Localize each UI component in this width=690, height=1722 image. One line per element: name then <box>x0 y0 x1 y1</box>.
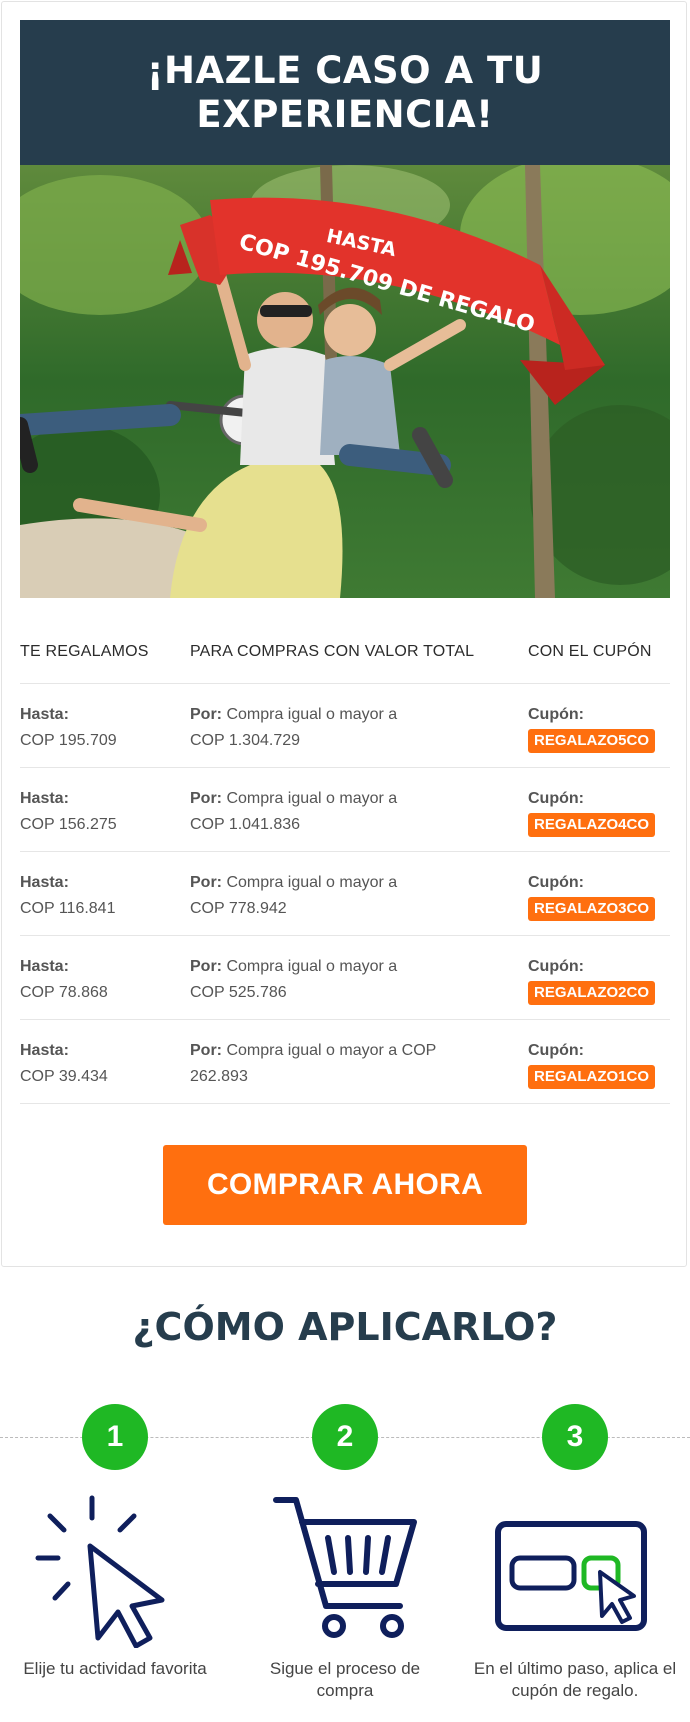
por-value: COP 1.304.729 <box>190 732 301 749</box>
table-row: Hasta: COP 116.841 Por: Compra igual o ma… <box>20 852 670 936</box>
gift-value: COP 39.434 <box>20 1068 108 1085</box>
gift-value: COP 156.275 <box>20 816 117 833</box>
step-line-1: Sigue el proceso de <box>269 1659 421 1678</box>
step-line-1: En el último paso, aplica el <box>473 1659 677 1678</box>
coupon-code[interactable]: REGALAZO2CO <box>528 981 656 1005</box>
coupon-label: Cupón: <box>528 874 584 891</box>
step-description: Elije tu actividad favorita <box>0 1658 230 1680</box>
por-label: Por: <box>190 958 222 975</box>
step-3: 3 En el último paso, aplica el cupón de … <box>460 1404 690 1700</box>
por-text: Compra igual o mayor a <box>226 790 398 807</box>
coupon-label: Cupón: <box>528 1042 584 1059</box>
por-label: Por: <box>190 874 222 891</box>
step-2: 2 Sigue el proceso de compra <box>230 1404 460 1700</box>
title-line-1: ¡HAZLE CASO A TU <box>146 48 544 92</box>
table-row: Hasta: COP 156.275 Por: Compra igual o ma… <box>20 768 670 852</box>
step-line-2: compra <box>316 1681 374 1700</box>
buy-now-button[interactable]: COMPRAR AHORA <box>163 1145 527 1225</box>
gift-label: Hasta: <box>20 958 69 975</box>
coupon-code[interactable]: REGALAZO5CO <box>528 729 656 753</box>
coupon-table: TE REGALAMOS PARA COMPRAS CON VALOR TOTA… <box>20 620 670 1104</box>
hero-illustration: HASTA COP 195.709 DE REGALO <box>20 165 670 598</box>
por-value: COP 778.942 <box>190 900 287 917</box>
coupon-code[interactable]: REGALAZO4CO <box>528 813 656 837</box>
shopping-cart-icon <box>230 1488 460 1648</box>
step-description: En el último paso, aplica el cupón de re… <box>460 1658 690 1702</box>
step-number: 2 <box>312 1404 378 1470</box>
page-title: ¡HAZLE CASO A TU EXPERIENCIA! <box>147 49 544 137</box>
header-gift: TE REGALAMOS <box>20 642 149 660</box>
step-line-2: cupón de regalo. <box>511 1681 639 1700</box>
gift-value: COP 78.868 <box>20 984 108 1001</box>
table-row: Hasta: COP 78.868 Por: Compra igual o may… <box>20 936 670 1020</box>
hero-image: HASTA COP 195.709 DE REGALO <box>20 165 670 598</box>
por-text: Compra igual o mayor a <box>226 874 398 891</box>
step-number: 1 <box>82 1404 148 1470</box>
step-description: Sigue el proceso de compra <box>230 1658 460 1702</box>
table-header: TE REGALAMOS PARA COMPRAS CON VALOR TOTA… <box>20 620 670 684</box>
por-label: Por: <box>190 1042 222 1059</box>
por-text: Compra igual o mayor a <box>226 958 398 975</box>
title-line-2: EXPERIENCIA! <box>196 92 494 136</box>
coupon-label: Cupón: <box>528 706 584 723</box>
table-row: Hasta: COP 195.709 Por: Compra igual o ma… <box>20 684 670 768</box>
gift-label: Hasta: <box>20 874 69 891</box>
coupon-input-icon <box>460 1488 690 1648</box>
coupon-code[interactable]: REGALAZO1CO <box>528 1065 656 1089</box>
gift-value: COP 116.841 <box>20 900 116 917</box>
header-coupon: CON EL CUPÓN <box>528 642 652 660</box>
por-label: Por: <box>190 706 222 723</box>
por-value: 262.893 <box>190 1068 248 1085</box>
por-value: COP 1.041.836 <box>190 816 301 833</box>
por-text: Compra igual o mayor a <box>226 706 398 723</box>
step-1: 1 Elije tu actividad favorita <box>0 1404 230 1678</box>
coupon-label: Cupón: <box>528 790 584 807</box>
coupon-label: Cupón: <box>528 958 584 975</box>
header-purchase: PARA COMPRAS CON VALOR TOTAL <box>190 642 475 660</box>
promo-header: ¡HAZLE CASO A TU EXPERIENCIA! <box>20 20 670 165</box>
step-line-1: Elije tu actividad favorita <box>23 1659 207 1678</box>
gift-label: Hasta: <box>20 706 69 723</box>
por-text: Compra igual o mayor a COP <box>226 1042 437 1059</box>
gift-label: Hasta: <box>20 1042 69 1059</box>
table-row: Hasta: COP 39.434 Por: Compra igual o may… <box>20 1020 670 1104</box>
por-value: COP 525.786 <box>190 984 287 1001</box>
coupon-code[interactable]: REGALAZO3CO <box>528 897 656 921</box>
gift-value: COP 195.709 <box>20 732 117 749</box>
gift-label: Hasta: <box>20 790 69 807</box>
cursor-click-icon <box>0 1488 230 1649</box>
por-label: Por: <box>190 790 222 807</box>
how-to-title: ¿CÓMO APLICARLO? <box>132 1305 558 1349</box>
step-number: 3 <box>542 1404 608 1470</box>
